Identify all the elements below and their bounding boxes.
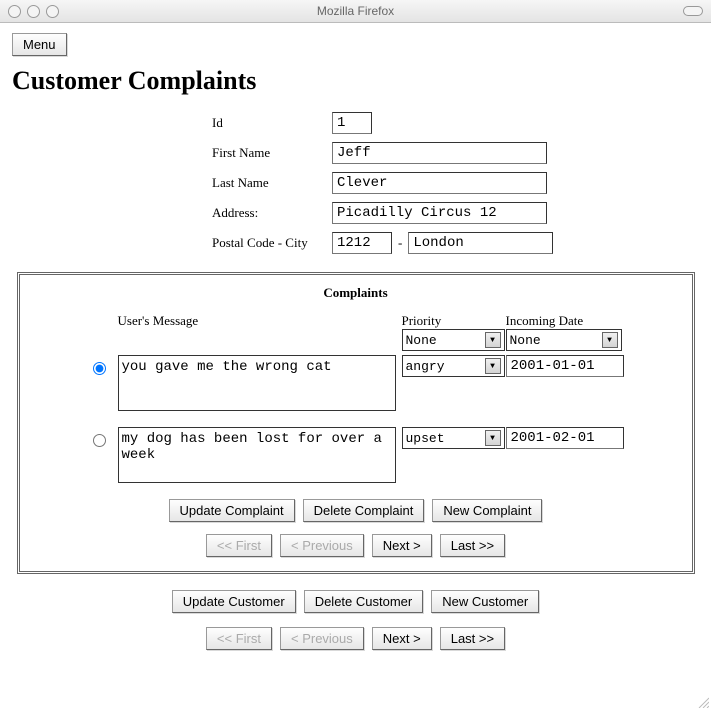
complaints-heading: Complaints xyxy=(36,285,676,301)
update-customer-button[interactable]: Update Customer xyxy=(172,590,296,613)
label-first-name: First Name xyxy=(212,145,322,161)
complaints-first-button[interactable]: << First xyxy=(206,534,272,557)
complaints-frame: Complaints User's Message Priority None … xyxy=(17,272,695,574)
new-customer-button[interactable]: New Customer xyxy=(431,590,539,613)
complaint-date-field[interactable] xyxy=(506,355,624,377)
col-message: User's Message xyxy=(118,313,398,351)
postal-city-separator: - xyxy=(398,235,402,251)
complaints-last-button[interactable]: Last >> xyxy=(440,534,505,557)
customer-first-button[interactable]: << First xyxy=(206,627,272,650)
resize-grip-icon[interactable] xyxy=(697,696,709,708)
label-id: Id xyxy=(212,115,322,131)
col-incoming: Incoming Date xyxy=(506,313,621,329)
complaints-prev-button[interactable]: < Previous xyxy=(280,534,364,557)
delete-complaint-button[interactable]: Delete Complaint xyxy=(303,499,425,522)
label-address: Address: xyxy=(212,205,322,221)
label-postal-city: Postal Code - City xyxy=(212,235,322,251)
delete-customer-button[interactable]: Delete Customer xyxy=(304,590,424,613)
complaint-priority-value: upset xyxy=(406,431,445,446)
close-icon[interactable] xyxy=(8,5,21,18)
minimize-icon[interactable] xyxy=(27,5,40,18)
titlebar-pill-icon[interactable] xyxy=(683,6,703,16)
complaint-date-field[interactable] xyxy=(506,427,624,449)
city-field[interactable] xyxy=(408,232,553,254)
last-name-field[interactable] xyxy=(332,172,547,194)
chevron-down-icon: ▼ xyxy=(602,332,618,348)
zoom-icon[interactable] xyxy=(46,5,59,18)
page-title: Customer Complaints xyxy=(12,66,699,96)
complaint-priority-select[interactable]: upset ▼ xyxy=(402,427,505,449)
customer-next-button[interactable]: Next > xyxy=(372,627,432,650)
postal-code-field[interactable] xyxy=(332,232,392,254)
label-last-name: Last Name xyxy=(212,175,322,191)
complaint-message-field[interactable] xyxy=(118,427,396,483)
col-priority: Priority xyxy=(402,313,502,329)
complaints-next-button[interactable]: Next > xyxy=(372,534,432,557)
priority-filter-select[interactable]: None ▼ xyxy=(402,329,505,351)
address-field[interactable] xyxy=(332,202,547,224)
complaint-select-radio[interactable] xyxy=(93,362,106,375)
customer-prev-button[interactable]: < Previous xyxy=(280,627,364,650)
window-title: Mozilla Firefox xyxy=(317,4,394,18)
menu-button[interactable]: Menu xyxy=(12,33,67,56)
complaint-select-radio[interactable] xyxy=(93,434,106,447)
chevron-down-icon: ▼ xyxy=(485,332,501,348)
date-filter-value: None xyxy=(510,333,541,348)
complaint-row: upset ▼ xyxy=(88,427,676,483)
priority-filter-value: None xyxy=(406,333,437,348)
chevron-down-icon: ▼ xyxy=(485,430,501,446)
id-field[interactable] xyxy=(332,112,372,134)
date-filter-select[interactable]: None ▼ xyxy=(506,329,622,351)
update-complaint-button[interactable]: Update Complaint xyxy=(169,499,295,522)
complaint-priority-select[interactable]: angry ▼ xyxy=(402,355,505,377)
new-complaint-button[interactable]: New Complaint xyxy=(432,499,542,522)
chevron-down-icon: ▼ xyxy=(485,358,501,374)
first-name-field[interactable] xyxy=(332,142,547,164)
complaint-priority-value: angry xyxy=(406,359,445,374)
complaint-row: angry ▼ xyxy=(88,355,676,411)
customer-last-button[interactable]: Last >> xyxy=(440,627,505,650)
complaint-message-field[interactable] xyxy=(118,355,396,411)
titlebar: Mozilla Firefox xyxy=(0,0,711,23)
